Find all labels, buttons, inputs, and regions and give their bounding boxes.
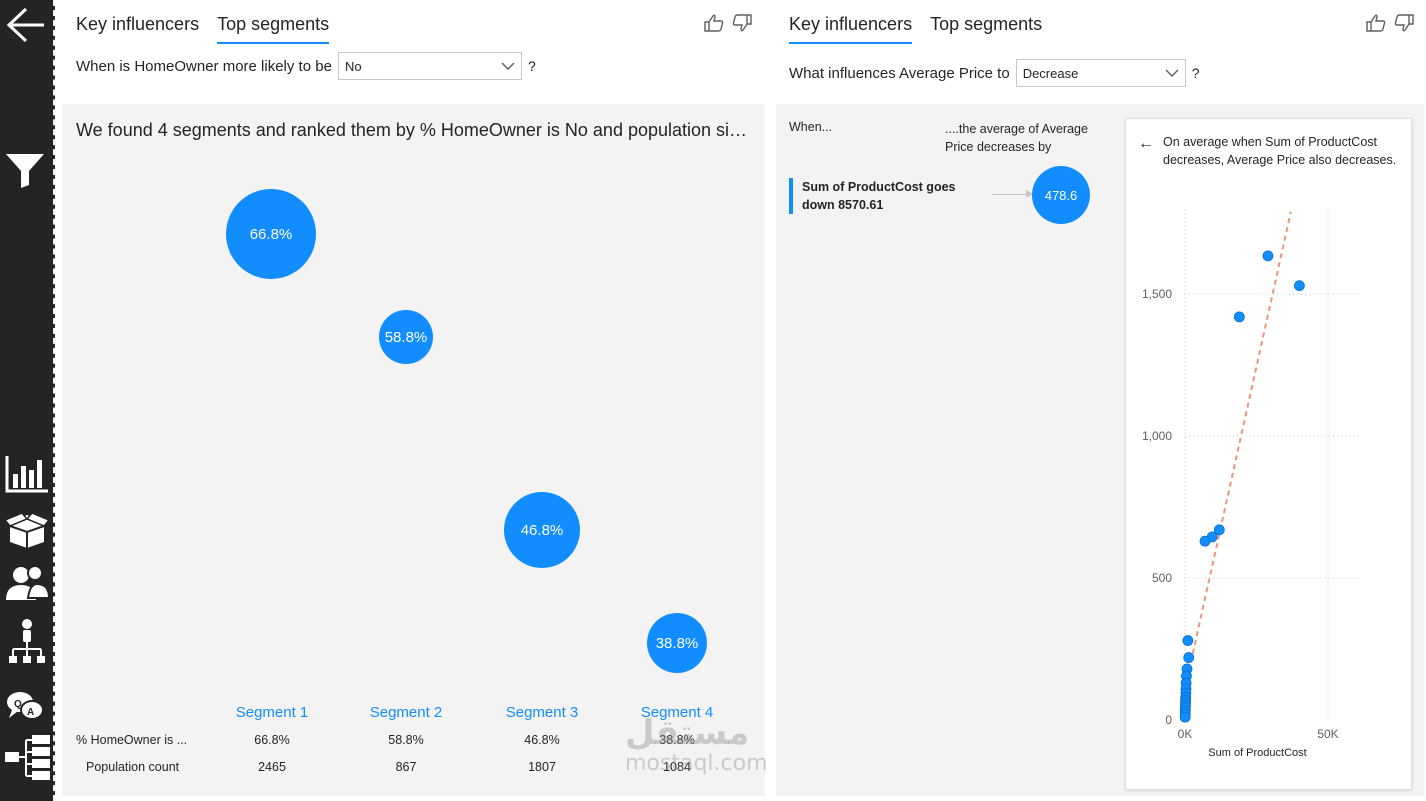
detail-description: On average when Sum of ProductCost decre… — [1163, 135, 1397, 167]
help-button[interactable]: ? — [1192, 65, 1200, 81]
segment-3-label[interactable]: Segment 3 — [482, 704, 602, 721]
users-icon[interactable] — [4, 564, 50, 604]
scatter-point — [1179, 711, 1191, 723]
scatter-chart: 0 500 1,000 1,500 0K 50K Sum of ProductCost — [1142, 209, 1358, 759]
filter-icon[interactable] — [4, 150, 50, 190]
tab-bar: Key influencers Top segments — [76, 14, 330, 44]
question-label: What influences Average Price to — [789, 64, 1010, 82]
y-tick-label: 0 — [1165, 713, 1172, 727]
tab-key-influencers[interactable]: Key influencers — [76, 14, 199, 44]
segments-summary: We found 4 segments and ranked them by %… — [76, 120, 752, 140]
back-arrow-icon[interactable] — [4, 6, 50, 44]
bar-chart-icon[interactable] — [4, 454, 50, 494]
decomposition-tree-icon[interactable] — [4, 734, 50, 782]
thumbs-up-icon[interactable] — [1366, 14, 1386, 37]
y-tick-label: 1,500 — [1142, 287, 1172, 301]
question-row: When is HomeOwner more likely to be No ? — [76, 52, 536, 80]
row-label-homeowner: % HomeOwner is ... — [76, 733, 188, 747]
select-value: Decrease — [1022, 65, 1079, 81]
segment-1-homeowner: 66.8% — [254, 733, 290, 747]
scatter-point — [1262, 250, 1274, 262]
segment-2-population: 867 — [395, 760, 417, 774]
scatter-point — [1233, 311, 1245, 323]
tab-top-segments[interactable]: Top segments — [930, 14, 1042, 44]
y-tick-label: 1,000 — [1142, 429, 1172, 443]
qa-icon[interactable]: AQ — [4, 690, 50, 724]
segment-1-bubble[interactable]: 66.8% — [226, 189, 316, 279]
org-chart-icon[interactable] — [4, 618, 50, 666]
svg-text:Q: Q — [14, 699, 22, 710]
feedback-buttons — [704, 14, 752, 37]
chevron-down-icon — [1165, 66, 1179, 80]
scatter-point — [1199, 535, 1211, 547]
x-axis-label: Sum of ProductCost — [1208, 747, 1306, 759]
when-header: When... — [789, 120, 833, 134]
x-tick-label: 50K — [1317, 727, 1338, 741]
feedback-buttons — [1366, 14, 1414, 37]
thumbs-down-icon[interactable] — [732, 14, 752, 37]
influencer-value-bubble[interactable]: 478.6 — [1032, 166, 1090, 224]
y-tick-label: 500 — [1152, 571, 1172, 585]
scatter-point — [1182, 635, 1194, 646]
influencer-item[interactable]: Sum of ProductCost goes down 8570.61 — [789, 178, 969, 214]
x-tick-label: 0K — [1178, 727, 1193, 741]
sidebar: AQ — [0, 0, 55, 801]
segment-3-bubble[interactable]: 46.8% — [504, 492, 580, 568]
segment-4-label[interactable]: Segment 4 — [617, 704, 737, 721]
segment-2-bubble[interactable]: 58.8% — [379, 310, 433, 364]
average-header: ....the average of Average Price decreas… — [945, 122, 1088, 154]
segment-4-homeowner: 38.8% — [659, 733, 695, 747]
help-button[interactable]: ? — [528, 58, 536, 74]
tab-bar: Key influencers Top segments — [789, 14, 1042, 44]
influencers-content: When... ....the average of Average Price… — [776, 104, 1424, 796]
back-arrow-icon[interactable]: ← — [1138, 135, 1154, 153]
direction-select[interactable]: Decrease — [1015, 59, 1186, 87]
segment-3-homeowner: 46.8% — [524, 733, 560, 747]
select-value: No — [344, 58, 362, 74]
segment-4-population: 1084 — [663, 760, 691, 774]
influencer-detail-card: ← On average when Sum of ProductCost dec… — [1125, 118, 1412, 790]
segment-2-homeowner: 58.8% — [388, 733, 424, 747]
chevron-down-icon — [501, 59, 515, 73]
thumbs-down-icon[interactable] — [1394, 14, 1414, 37]
top-segments-panel: Key influencers Top segments When is Hom… — [62, 0, 765, 801]
segment-1-population: 2465 — [258, 760, 286, 774]
segments-content: We found 4 segments and ranked them by %… — [62, 104, 765, 796]
key-influencers-panel: Key influencers Top segments What influe… — [776, 0, 1424, 801]
thumbs-up-icon[interactable] — [704, 14, 724, 37]
tab-key-influencers[interactable]: Key influencers — [789, 14, 913, 44]
segment-3-population: 1807 — [528, 760, 556, 774]
homeowner-select[interactable]: No — [337, 52, 522, 80]
segment-1-label[interactable]: Segment 1 — [212, 704, 332, 721]
tab-top-segments[interactable]: Top segments — [217, 14, 330, 44]
segment-4-bubble[interactable]: 38.8% — [647, 613, 707, 673]
trend-line — [1184, 211, 1292, 689]
svg-text:A: A — [27, 707, 34, 718]
row-label-population: Population count — [86, 760, 180, 774]
connector-line — [992, 194, 1030, 195]
scatter-point — [1293, 280, 1305, 292]
box-icon[interactable] — [4, 510, 50, 550]
question-label: When is HomeOwner more likely to be — [76, 57, 332, 75]
segment-2-label[interactable]: Segment 2 — [346, 704, 466, 721]
scatter-point — [1183, 652, 1195, 663]
question-row: What influences Average Price to Decreas… — [789, 59, 1199, 87]
